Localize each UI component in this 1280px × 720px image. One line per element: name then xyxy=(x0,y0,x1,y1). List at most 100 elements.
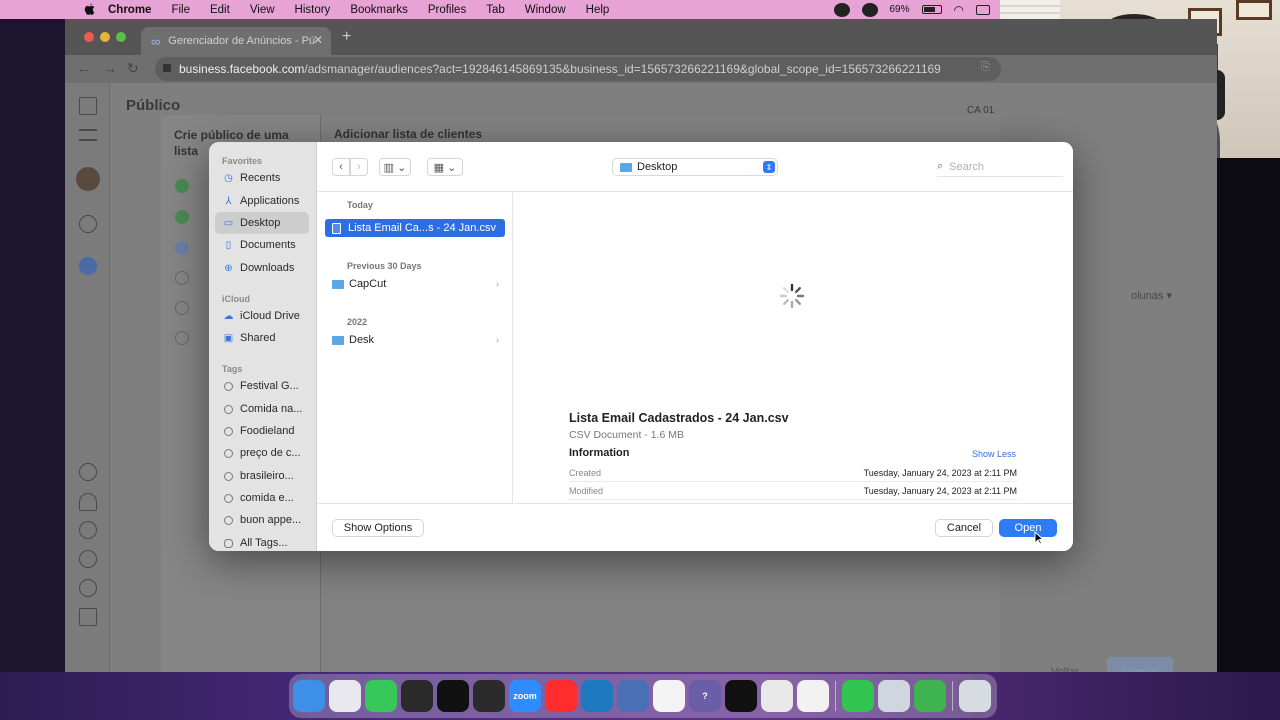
back-arrow-icon[interactable]: ← xyxy=(77,60,91,76)
menubar-tab[interactable]: Tab xyxy=(486,4,505,16)
new-tab-icon[interactable]: + xyxy=(342,28,351,46)
back-nav-button[interactable]: ‹ xyxy=(332,158,350,176)
help-icon[interactable]: ? xyxy=(689,680,721,712)
slack-icon[interactable] xyxy=(653,680,685,712)
menubar-edit[interactable]: Edit xyxy=(210,4,230,16)
zoom-icon[interactable]: zoom xyxy=(509,680,541,712)
sidebar-item-label: iCloud Drive xyxy=(240,310,300,322)
forward-arrow-icon[interactable]: → xyxy=(103,60,117,76)
lock-icon[interactable] xyxy=(163,64,171,72)
show-options-button[interactable]: Show Options xyxy=(332,519,424,537)
folder-icon xyxy=(620,162,632,172)
sidebar-item-recents[interactable]: ◷ Recents xyxy=(215,167,309,189)
close-tab-icon[interactable]: ✕ xyxy=(313,33,323,47)
macos-menubar: Chrome File Edit View History Bookmarks … xyxy=(0,0,1000,19)
launchpad-icon[interactable] xyxy=(329,680,361,712)
open-button[interactable]: Open xyxy=(999,519,1057,537)
group-view-button[interactable]: ▦ ⌄ xyxy=(427,158,463,176)
chrome-icon[interactable] xyxy=(761,680,793,712)
finder-icon[interactable] xyxy=(293,680,325,712)
next-button[interactable]: Avançar xyxy=(1107,657,1173,672)
sidebar-item-icloud-drive[interactable]: ☁ iCloud Drive xyxy=(215,305,309,327)
messages-icon[interactable] xyxy=(365,680,397,712)
trello-icon[interactable] xyxy=(581,680,613,712)
sidebar-item-shared[interactable]: ▣ Shared xyxy=(215,327,309,349)
teams-icon[interactable] xyxy=(617,680,649,712)
forward-nav-button[interactable]: › xyxy=(350,158,368,176)
settings-icon[interactable] xyxy=(79,463,97,481)
tag-label: comida e... xyxy=(240,492,294,504)
sidebar-tag[interactable]: preço de c... xyxy=(215,442,309,464)
browser-tab-ads-manager[interactable]: ∞ Gerenciador de Anúncios - Pú ✕ xyxy=(141,27,331,55)
battery-icon[interactable] xyxy=(921,5,942,14)
sidebar-tag[interactable]: Festival G... xyxy=(215,375,309,397)
claquete-icon[interactable] xyxy=(401,680,433,712)
audiences-icon[interactable] xyxy=(79,257,97,275)
vpn-icon[interactable] xyxy=(725,680,757,712)
add-icon[interactable] xyxy=(79,215,97,233)
back-button[interactable]: Voltar xyxy=(1037,657,1093,672)
quicktime-icon[interactable] xyxy=(878,680,910,712)
sidebar-tag[interactable]: comida e... xyxy=(215,487,309,509)
help-icon[interactable] xyxy=(79,550,97,568)
menu-icon[interactable] xyxy=(79,129,97,141)
apple-menu-icon[interactable] xyxy=(80,0,98,19)
panel-icon[interactable] xyxy=(79,608,97,626)
maximize-window-button[interactable] xyxy=(116,32,126,42)
youtube-icon[interactable] xyxy=(545,680,577,712)
menubar-help[interactable]: Help xyxy=(586,4,610,16)
menubar-history[interactable]: History xyxy=(295,4,331,16)
bug-report-icon[interactable] xyxy=(79,579,97,597)
menubar-app-name[interactable]: Chrome xyxy=(108,4,151,16)
obs-status-icon[interactable] xyxy=(833,2,850,17)
columns-dropdown[interactable]: olunas ▾ xyxy=(1131,289,1172,302)
group-header-2022: 2022 xyxy=(347,317,368,327)
obs-icon[interactable] xyxy=(473,680,505,712)
brave-icon[interactable] xyxy=(797,680,829,712)
sidebar-tag[interactable]: buon appe... xyxy=(215,509,309,531)
whatsapp-icon[interactable] xyxy=(842,680,874,712)
menubar-view[interactable]: View xyxy=(250,4,275,16)
close-window-button[interactable] xyxy=(84,32,94,42)
control-center-icon[interactable] xyxy=(976,4,990,15)
location-popup[interactable]: Desktop ⇕ xyxy=(612,158,778,176)
sidebar-tag[interactable]: brasileiro... xyxy=(215,465,309,487)
show-less-link[interactable]: Show Less xyxy=(972,449,1016,459)
translate-icon[interactable]: ⎘ xyxy=(981,61,990,74)
menubar-bookmarks[interactable]: Bookmarks xyxy=(350,4,408,16)
minimize-window-button[interactable] xyxy=(100,32,110,42)
sidebar-tag[interactable]: Comida na... xyxy=(215,398,309,420)
sidebar-item-documents[interactable]: ▯ Documents xyxy=(215,234,309,256)
dock: zoom? xyxy=(289,674,997,718)
trash-icon[interactable] xyxy=(959,680,991,712)
home-icon[interactable] xyxy=(79,97,97,115)
search-icon[interactable] xyxy=(79,521,97,539)
file-row-selected[interactable]: Lista Email Ca...s - 24 Jan.csv xyxy=(325,219,505,237)
sidebar-item-label: Recents xyxy=(240,172,281,184)
column-view-button[interactable]: ▥ ⌄ xyxy=(379,158,411,176)
address-bar[interactable]: business.facebook.com/adsmanager/audienc… xyxy=(155,57,1001,81)
menubar-file[interactable]: File xyxy=(171,4,190,16)
sidebar-item-desktop[interactable]: ▭ Desktop xyxy=(215,212,309,234)
folder-row-desk[interactable]: Desk › xyxy=(325,331,505,349)
avatar[interactable] xyxy=(76,167,100,191)
folder-row-capcut[interactable]: CapCut › xyxy=(325,275,505,293)
audio-status-icon[interactable] xyxy=(861,2,878,17)
numbers-icon[interactable] xyxy=(914,680,946,712)
menubar-profiles[interactable]: Profiles xyxy=(428,4,466,16)
sidebar-item-applications[interactable]: ⅄ Applications xyxy=(215,190,309,212)
capcut-icon[interactable] xyxy=(437,680,469,712)
sidebar-item-label: Downloads xyxy=(240,262,295,274)
sidebar-tag[interactable]: Foodieland xyxy=(215,420,309,442)
battery-percent[interactable]: 69% xyxy=(890,4,910,15)
search-field[interactable]: ⌕ Search xyxy=(937,157,1063,177)
columns-label: olunas xyxy=(1131,290,1164,302)
reload-icon[interactable]: ↻ xyxy=(127,60,139,77)
notifications-icon[interactable] xyxy=(79,493,97,511)
sidebar-item-label: Shared xyxy=(240,332,276,344)
wifi-icon[interactable]: ◠ xyxy=(954,3,964,17)
sidebar-item-downloads[interactable]: ⊕ Downloads xyxy=(215,257,309,279)
sidebar-all-tags[interactable]: All Tags... xyxy=(215,532,309,551)
menubar-window[interactable]: Window xyxy=(525,4,566,16)
cancel-button[interactable]: Cancel xyxy=(935,519,993,537)
